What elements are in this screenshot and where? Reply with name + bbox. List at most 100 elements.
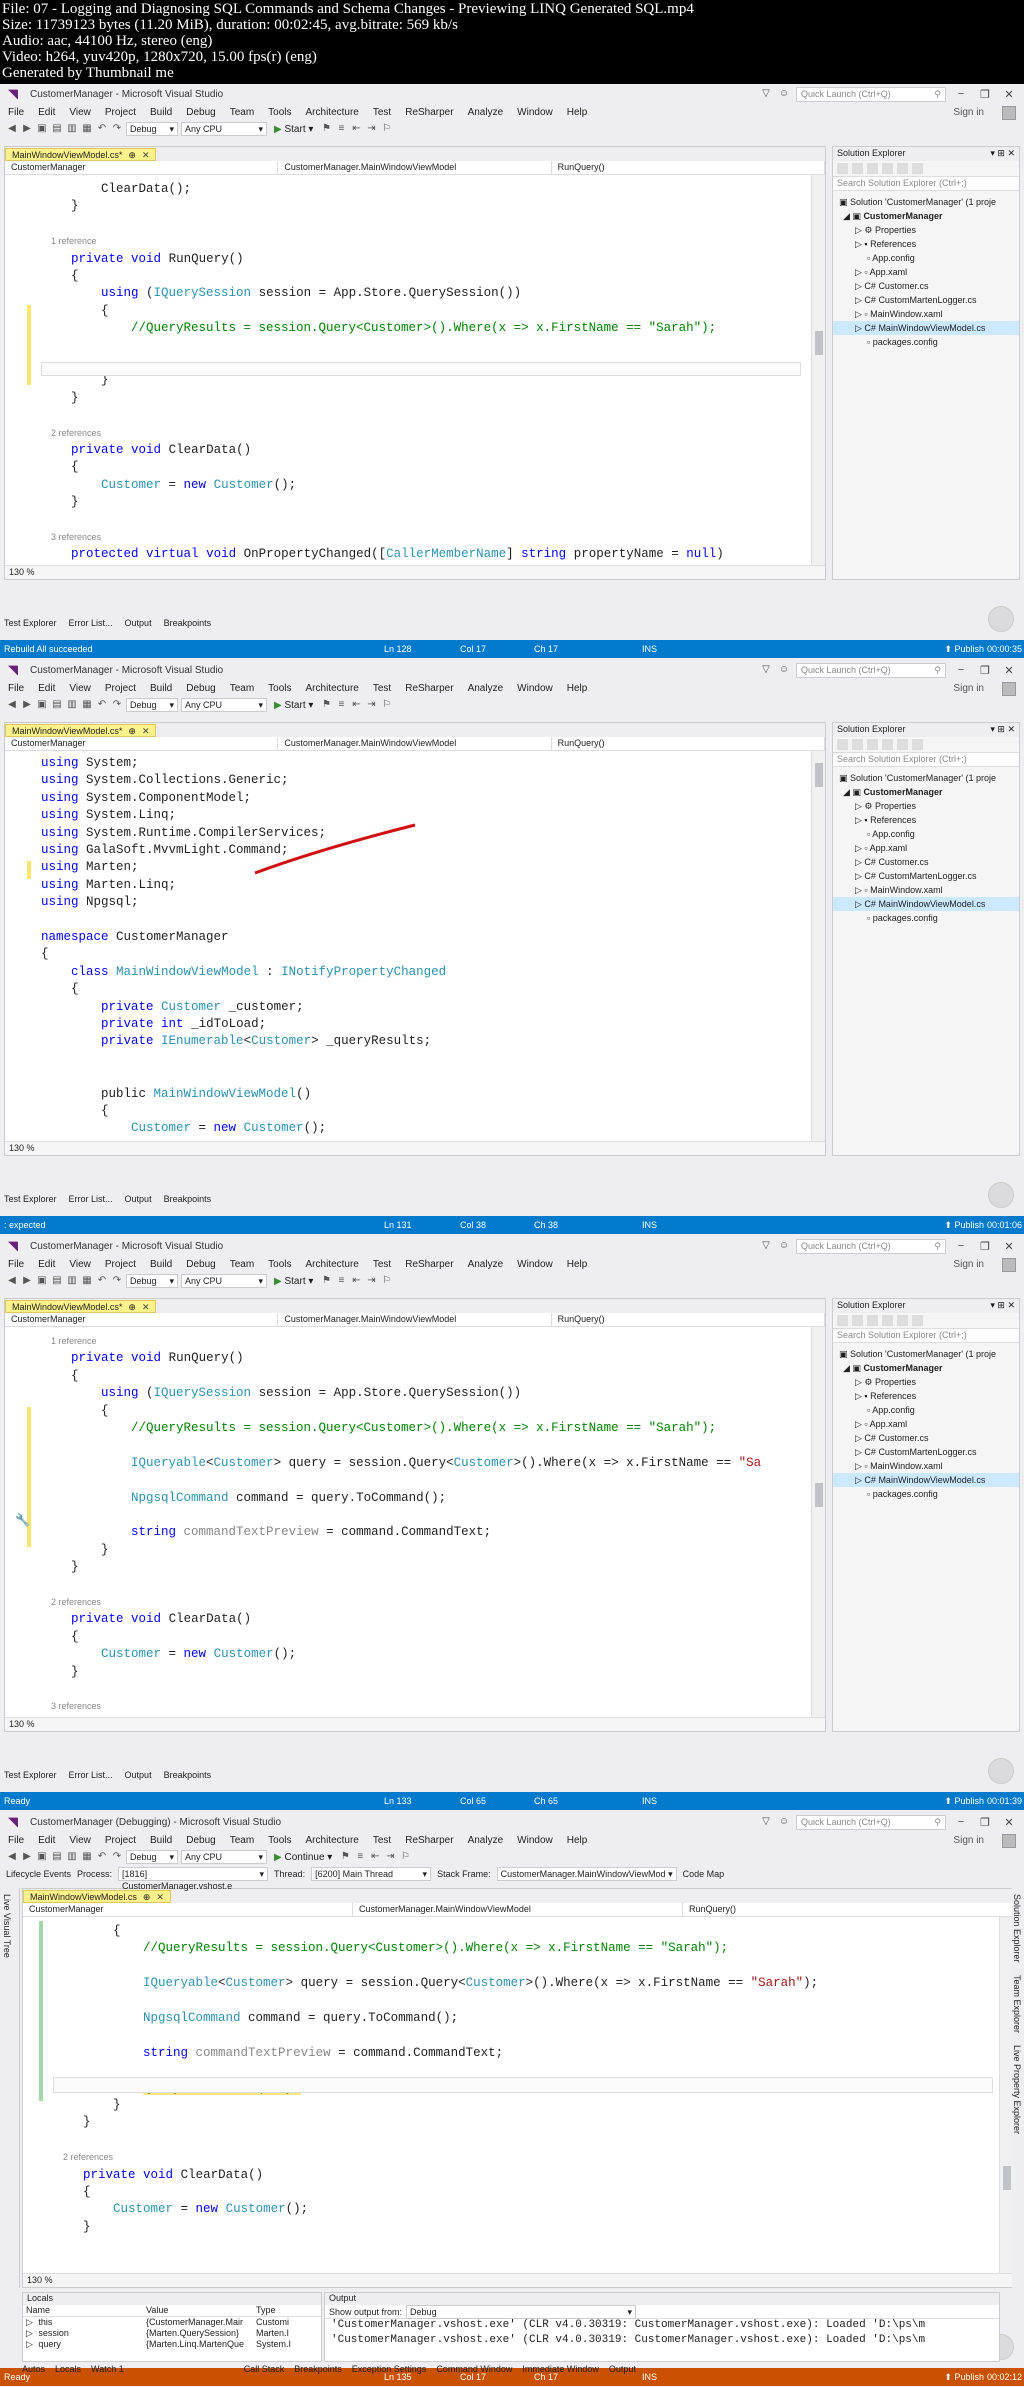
pin-icon[interactable]: ▾ ⊞ ✕ <box>990 1300 1015 1312</box>
tree-item-project[interactable]: ◢ ▣ CustomerManager <box>833 1361 1019 1375</box>
tree-item-appxaml[interactable]: ▷ ▫ App.xaml <box>833 265 1019 279</box>
toolbar-icon-a[interactable]: ⚑ <box>320 699 332 711</box>
code-line[interactable]: string commandTextPreview = command.Comm… <box>41 1524 491 1541</box>
start-button[interactable]: ▶ Start ▾ <box>270 1276 317 1287</box>
menu-analyze[interactable]: Analyze <box>468 1835 504 1846</box>
table-row[interactable]: ▷ this {CustomerManager.Mair Customi <box>23 2317 321 2328</box>
maximize-button[interactable]: ❐ <box>976 88 994 101</box>
project-nav[interactable]: CustomerManager <box>5 737 279 750</box>
code-line[interactable]: using (IQuerySession session = App.Store… <box>41 1385 521 1402</box>
minimize-button[interactable]: − <box>952 1240 970 1252</box>
menu-file[interactable]: File <box>8 107 24 118</box>
editor-scrollbar[interactable] <box>811 1327 825 1717</box>
pin-icon[interactable]: ▾ ⊞ ✕ <box>990 724 1015 736</box>
toolbar-icon-a[interactable]: ⚑ <box>339 1851 351 1863</box>
tree-item-references[interactable]: ▷ ▪ References <box>833 237 1019 251</box>
menu-team[interactable]: Team <box>230 1259 254 1270</box>
tab-solution-explorer[interactable]: Solution Explorer <box>1012 1888 1022 1969</box>
tab-test-explorer[interactable]: Test Explorer <box>4 1194 57 1204</box>
minimize-button[interactable]: − <box>952 664 970 676</box>
type-nav[interactable]: CustomerManager.MainWindowViewModel <box>353 1903 683 1916</box>
code-line[interactable]: NpgsqlCommand command = query.ToCommand(… <box>53 2010 458 2027</box>
bookmark-icon[interactable]: ⚐ <box>399 1851 411 1863</box>
tab-mainwindowviewmodel[interactable]: MainWindowViewModel.cs* ⊕ ✕ <box>5 1300 157 1313</box>
code-area[interactable]: using System; using System.Collections.Ge… <box>5 751 825 1141</box>
code-line[interactable]: 1 reference <box>41 1333 97 1350</box>
avatar[interactable] <box>1002 1834 1016 1848</box>
code-line[interactable]: NpgsqlCommand command = query.ToCommand(… <box>41 1490 446 1507</box>
toolbar-icon-c[interactable]: ⇤ <box>369 1851 381 1863</box>
avatar[interactable] <box>1002 682 1016 696</box>
tree-item-properties[interactable]: ▷ ⚙ Properties <box>833 1375 1019 1389</box>
tab-error-list[interactable]: Error List... <box>69 1770 113 1780</box>
undo-icon[interactable]: ↶ <box>96 1275 108 1287</box>
configuration-select[interactable]: Debug ▾ <box>126 1850 178 1864</box>
tree-item-appxaml[interactable]: ▷ ▫ App.xaml <box>833 841 1019 855</box>
new-project-icon[interactable]: ▣ <box>36 699 48 711</box>
scroll-thumb[interactable] <box>815 1483 823 1507</box>
code-line[interactable]: private int _idToLoad; <box>41 1016 266 1033</box>
code-line[interactable]: using System; <box>41 755 139 772</box>
member-nav[interactable]: RunQuery() <box>552 161 825 174</box>
collapse-icon[interactable] <box>882 1315 893 1326</box>
toolbar-icon-b[interactable]: ≡ <box>335 123 347 135</box>
platform-select[interactable]: Any CPU ▾ <box>181 122 267 136</box>
code-line[interactable]: class MainWindowViewModel : INotifyPrope… <box>41 964 446 981</box>
code-line[interactable]: } <box>53 2097 121 2114</box>
menu-edit[interactable]: Edit <box>38 683 55 694</box>
menu-window[interactable]: Window <box>517 107 553 118</box>
quick-launch-input[interactable]: Quick Launch (Ctrl+Q) ⚲ <box>796 1238 946 1254</box>
tab-test-explorer[interactable]: Test Explorer <box>4 1770 57 1780</box>
quick-launch-input[interactable]: Quick Launch (Ctrl+Q) ⚲ <box>796 1814 946 1830</box>
menu-edit[interactable]: Edit <box>38 1835 55 1846</box>
menu-test[interactable]: Test <box>373 107 391 118</box>
pin-icon[interactable]: ▾ ⊞ ✕ <box>990 148 1015 160</box>
sign-in-link[interactable]: Sign in <box>953 1259 984 1270</box>
start-button[interactable]: ▶ Start ▾ <box>270 700 317 711</box>
menu-test[interactable]: Test <box>373 683 391 694</box>
tab-live-visual-tree[interactable]: Live Visual Tree <box>0 1888 14 1964</box>
bookmark-icon[interactable]: ⚐ <box>380 123 392 135</box>
table-row[interactable]: ▷ query {Marten.Linq.MartenQue System.I <box>23 2339 321 2350</box>
save-icon[interactable]: ▥ <box>66 123 78 135</box>
tab-test-explorer[interactable]: Test Explorer <box>4 618 57 628</box>
code-line[interactable]: private Customer _customer; <box>41 999 304 1016</box>
stack-frame-select[interactable]: CustomerManager.MainWindowViewMod ▾ <box>496 1867 677 1881</box>
forward-icon[interactable]: ▶ <box>21 699 33 711</box>
home-icon[interactable] <box>837 1315 848 1326</box>
tab-mainwindowviewmodel[interactable]: MainWindowViewModel.cs* ⊕ ✕ <box>5 148 157 161</box>
code-area[interactable]: { //QueryResults = session.Query<Custome… <box>23 1917 1013 2273</box>
maximize-button[interactable]: ❐ <box>976 664 994 677</box>
code-line[interactable]: protected virtual void OnPropertyChanged… <box>41 546 724 563</box>
project-nav[interactable]: CustomerManager <box>5 161 279 174</box>
output-source-select[interactable]: Debug ▾ <box>406 2304 637 2319</box>
code-line[interactable]: { <box>41 1103 109 1120</box>
menu-resharper[interactable]: ReSharper <box>405 1259 453 1270</box>
menu-project[interactable]: Project <box>105 1835 136 1846</box>
tree-item-logger[interactable]: ▷ C# CustomMartenLogger.cs <box>833 293 1019 307</box>
code-line[interactable]: } <box>41 390 79 407</box>
publish-button[interactable]: ⬆ Publish <box>944 1220 984 1231</box>
home-icon[interactable] <box>837 163 848 174</box>
properties-icon[interactable] <box>897 163 908 174</box>
toolbar-icon-b[interactable]: ≡ <box>335 1275 347 1287</box>
code-line[interactable]: //QueryResults = session.Query<Customer>… <box>53 1940 728 1957</box>
code-line[interactable]: } <box>53 2219 91 2236</box>
menu-debug[interactable]: Debug <box>186 683 215 694</box>
configuration-select[interactable]: Debug ▾ <box>126 698 178 712</box>
tab-team-explorer[interactable]: Team Explorer <box>1012 1969 1022 2039</box>
code-line[interactable]: { <box>41 1403 109 1420</box>
open-file-icon[interactable]: ▤ <box>51 699 63 711</box>
refresh-icon[interactable] <box>867 1315 878 1326</box>
redo-icon[interactable]: ↷ <box>111 699 123 711</box>
code-line[interactable]: //QueryResults = session.Query<Customer>… <box>41 320 716 337</box>
code-line[interactable]: { <box>41 459 79 476</box>
code-editor[interactable]: MainWindowViewModel.cs* ⊕ ✕ CustomerManage… <box>4 722 826 1156</box>
tree-item-viewmodel[interactable]: ▷ C# MainWindowViewModel.cs <box>833 321 1019 335</box>
close-icon[interactable]: ✕ <box>156 1892 164 1902</box>
new-project-icon[interactable]: ▣ <box>36 123 48 135</box>
code-line[interactable]: private IEnumerable<Customer> _queryResu… <box>41 1033 431 1050</box>
maximize-button[interactable]: ❐ <box>976 1816 994 1829</box>
tree-item-references[interactable]: ▷ ▪ References <box>833 1389 1019 1403</box>
sign-in-link[interactable]: Sign in <box>953 1835 984 1846</box>
